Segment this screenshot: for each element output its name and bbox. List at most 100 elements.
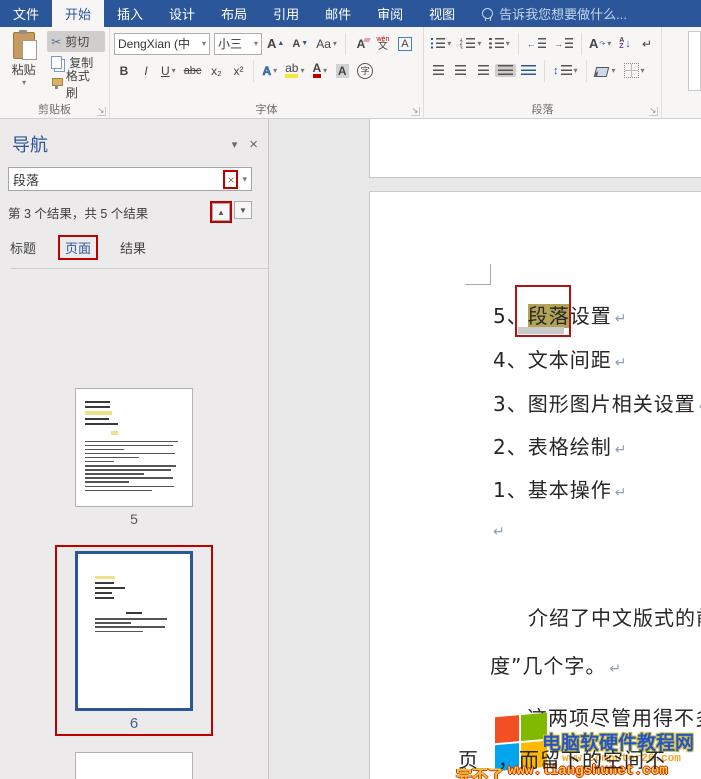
underline-button[interactable]: U▾ (158, 63, 179, 79)
line-spacing-icon: ↕ (553, 65, 559, 77)
align-left-button[interactable] (428, 64, 448, 77)
cut-button[interactable]: ✂ 剪切 (47, 31, 105, 52)
nav-tab-pages-annotation: 页面 (58, 235, 98, 260)
font-size-combo[interactable]: 小三 ▾ (214, 33, 262, 55)
increase-indent-lines (565, 38, 573, 49)
tell-me-box[interactable]: 告诉我您想要做什么... (482, 0, 627, 27)
font-dialog-launcher[interactable]: ↘ (411, 107, 420, 116)
tab-file[interactable]: 文件 (0, 0, 52, 27)
nav-tab-headings[interactable]: 标题 (10, 238, 36, 257)
paragraph-dialog-launcher[interactable]: ↘ (649, 107, 658, 116)
superscript-button[interactable]: x² (228, 63, 248, 79)
page-6[interactable]: 5、段落设置↵ 4、文本间距↵ 3、图形图片相关设置↵ 2、表格绘制↵ 1、基本… (369, 191, 701, 779)
character-border-button[interactable]: A (395, 36, 415, 52)
text-effects-button[interactable]: A▾ (259, 63, 280, 79)
doc-paragraph-line-2: 度”几个字。↵ (490, 650, 621, 679)
separator (518, 33, 519, 55)
clipboard-dialog-launcher[interactable]: ↘ (97, 107, 106, 116)
nav-tab-results[interactable]: 结果 (120, 238, 146, 257)
clear-formatting-button[interactable]: A (351, 36, 371, 52)
borders-button[interactable]: ▾ (621, 62, 648, 79)
cut-label: 剪切 (65, 33, 89, 50)
phonetic-guide-button[interactable]: wén 文 (373, 36, 393, 51)
strikethrough-button[interactable]: abc (181, 64, 205, 78)
font-name-caret: ▾ (202, 39, 206, 48)
word-window: 文件 开始 插入 设计 布局 引用 邮件 审阅 视图 告诉我您想要做什么... … (0, 0, 701, 779)
tab-references[interactable]: 引用 (260, 0, 312, 27)
subscript-glyph: x₂ (211, 64, 222, 78)
page-5-bottom-edge (369, 119, 701, 178)
increase-indent-button[interactable]: → (551, 37, 576, 50)
grow-font-button[interactable]: A▲ (264, 35, 287, 52)
tab-layout[interactable]: 布局 (208, 0, 260, 27)
thumbnail-page-6-annotation: 6 (55, 545, 213, 736)
nav-tab-pages[interactable]: 页面 (65, 241, 91, 256)
paste-dropdown-caret[interactable]: ▾ (22, 78, 26, 87)
next-result-button[interactable]: ▼ (234, 201, 252, 219)
grow-font-arrow: ▲ (277, 40, 284, 47)
tab-view[interactable]: 视图 (416, 0, 468, 27)
format-painter-label: 格式刷 (66, 67, 101, 101)
prev-result-button[interactable]: ▲ (212, 203, 230, 221)
shading-icon (593, 67, 608, 77)
navigation-pane: 导航 ▾ × 段落 × ▾ 第 3 个结果，共 5 个结果 ▲ ▼ 标题 页面 … (0, 119, 269, 779)
text-highlight-button[interactable]: ab▾ (282, 62, 307, 79)
navigation-close-icon[interactable]: × (249, 136, 258, 153)
search-clear-icon[interactable]: × (225, 173, 236, 187)
line-spacing-button[interactable]: ↕▾ (550, 64, 581, 78)
thumbnail-page-7[interactable] (75, 752, 193, 779)
tab-insert[interactable]: 插入 (104, 0, 156, 27)
bold-glyph: B (120, 64, 129, 78)
asian-layout-button[interactable]: A↷▾ (587, 35, 613, 52)
shrink-font-arrow: ▼ (301, 40, 308, 47)
justify-button[interactable] (495, 64, 516, 77)
bullets-button[interactable]: ▾ (428, 37, 454, 50)
bold-button[interactable]: B (114, 63, 134, 79)
sort-button[interactable]: AZ↓ (615, 37, 635, 51)
format-painter-button[interactable]: 格式刷 (47, 73, 105, 94)
tell-me-label: 告诉我您想要做什么... (499, 4, 627, 23)
paragraph-mark: ↵ (615, 355, 627, 371)
separator (581, 33, 582, 55)
search-input[interactable]: 段落 × ▾ (8, 167, 252, 191)
logo-square-red (495, 715, 519, 743)
tab-home[interactable]: 开始 (52, 0, 104, 27)
decrease-indent-button[interactable]: ← (524, 37, 549, 50)
align-center-button[interactable] (450, 64, 471, 77)
sort-icon: AZ (619, 38, 624, 50)
search-options-caret[interactable]: ▾ (242, 174, 247, 185)
sort-arrow: ↓ (625, 38, 631, 50)
enclose-characters-button[interactable]: 字 (354, 62, 376, 80)
character-shading-button[interactable]: A (332, 63, 352, 79)
paragraph-mark: ↵ (615, 311, 627, 327)
thumbnail-page-5[interactable] (75, 388, 193, 507)
tab-review[interactable]: 审阅 (364, 0, 416, 27)
decrease-indent-icon: ← (527, 39, 536, 49)
document-area[interactable]: 5、段落设置↵ 4、文本间距↵ 3、图形图片相关设置↵ 2、表格绘制↵ 1、基本… (269, 119, 701, 779)
font-color-button[interactable]: A▾ (310, 62, 331, 79)
italic-button[interactable]: I (136, 63, 156, 79)
thumbnail-label-5: 5 (130, 511, 138, 527)
bullets-lines (436, 38, 445, 49)
font-name-combo[interactable]: DengXian (中 ▾ (114, 33, 210, 55)
distribute-icon (521, 65, 536, 76)
font-name-value: DengXian (中 (118, 35, 190, 52)
italic-glyph: I (144, 64, 147, 78)
shading-button[interactable]: ▾ (592, 63, 619, 78)
tab-mailings[interactable]: 邮件 (312, 0, 364, 27)
thumbnail-page-6[interactable] (75, 551, 193, 711)
shrink-font-button[interactable]: A▼ (289, 37, 311, 51)
navigation-dropdown-icon[interactable]: ▾ (232, 138, 238, 151)
paste-button[interactable]: 粘贴 ▾ (4, 30, 43, 102)
subscript-button[interactable]: x₂ (206, 63, 226, 79)
font-group-label: 字体 (110, 101, 423, 117)
align-right-button[interactable] (473, 64, 493, 77)
show-marks-button[interactable]: ↵ (637, 36, 657, 52)
multilevel-list-button[interactable]: ▾ (486, 37, 512, 50)
numbering-button[interactable]: 1 2 3▾ (456, 37, 484, 50)
change-case-button[interactable]: Aa▾ (313, 36, 340, 52)
phonetic-bottom: 文 (378, 44, 388, 50)
tab-design[interactable]: 设计 (156, 0, 208, 27)
paragraph-mark: ↵ (615, 442, 627, 458)
distribute-button[interactable] (518, 64, 539, 77)
